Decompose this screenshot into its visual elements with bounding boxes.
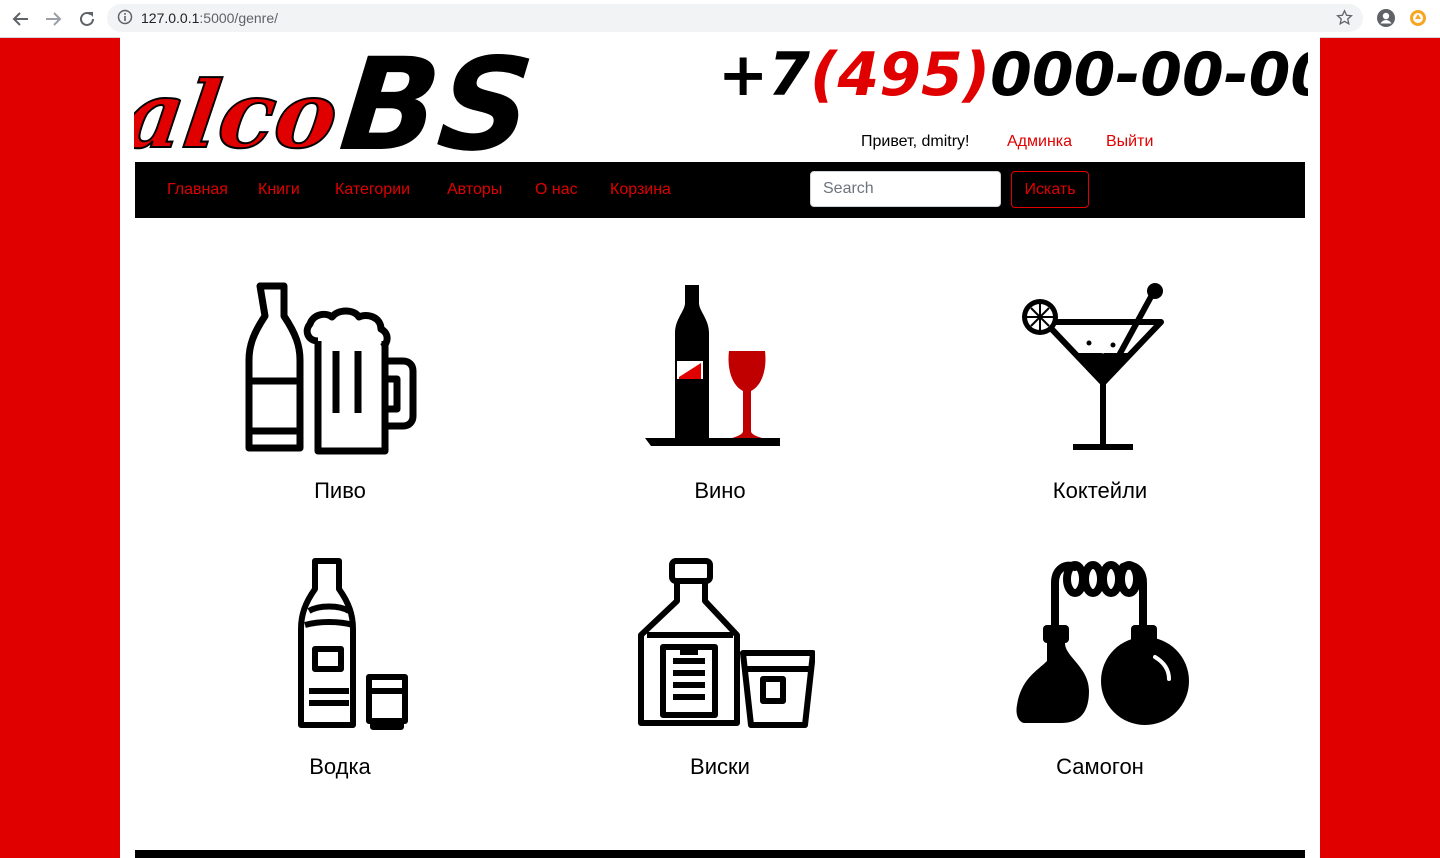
main-navbar: Главная Книги Категории Авторы О нас Кор… <box>135 162 1305 218</box>
whiskey-icon <box>638 558 815 728</box>
category-label: Коктейли <box>1052 478 1148 503</box>
phone-main: 000-00-00 <box>990 40 1308 107</box>
back-icon[interactable] <box>10 8 32 30</box>
category-wine[interactable]: Вино <box>530 281 910 504</box>
nav-books[interactable]: Книги <box>258 181 300 199</box>
category-whiskey[interactable]: Виски <box>530 557 910 780</box>
phone-prefix: +7 <box>718 40 810 107</box>
category-label: Виски <box>690 754 750 779</box>
cocktail-icon <box>1022 283 1164 450</box>
bookmark-star-icon[interactable] <box>1336 9 1353 31</box>
category-moonshine[interactable]: Самогон <box>910 557 1290 780</box>
phone-text: +7(495)000-00-00 <box>718 40 1308 107</box>
address-bar[interactable]: 127.0.0.1:5000/genre/ <box>107 4 1363 32</box>
info-icon[interactable] <box>117 9 133 30</box>
greeting-text: Привет, dmitry! <box>861 133 970 150</box>
beer-icon <box>245 282 417 455</box>
search-input[interactable] <box>810 171 1001 207</box>
extension-icon[interactable] <box>1408 8 1428 33</box>
moonshine-icon <box>1016 561 1189 725</box>
url-path: :5000/genre/ <box>199 10 279 26</box>
category-label: Водка <box>309 754 371 779</box>
wine-icon <box>645 285 780 446</box>
url-text: 127.0.0.1:5000/genre/ <box>141 10 278 26</box>
category-beer[interactable]: Пиво <box>150 281 530 504</box>
phone-code: (495) <box>810 40 990 107</box>
nav-about[interactable]: О нас <box>535 181 578 199</box>
nav-authors[interactable]: Авторы <box>447 181 502 199</box>
user-bar: Привет, dmitry! Админка Выйти <box>120 133 1320 157</box>
nav-categories[interactable]: Категории <box>335 181 410 199</box>
admin-link[interactable]: Админка <box>1007 133 1072 151</box>
page-container: alco BS +7(495)000-00-00 Привет, dmitry!… <box>120 37 1320 858</box>
url-host: 127.0.0.1 <box>141 10 200 26</box>
browser-toolbar: 127.0.0.1:5000/genre/ <box>0 0 1440 38</box>
logout-link[interactable]: Выйти <box>1106 133 1153 151</box>
reload-icon[interactable] <box>76 8 98 30</box>
vodka-icon <box>298 558 408 730</box>
search-button[interactable]: Искать <box>1011 171 1089 208</box>
category-cocktails[interactable]: Коктейли <box>910 281 1290 504</box>
category-label: Вино <box>694 478 746 503</box>
nav-cart[interactable]: Корзина <box>610 181 671 199</box>
category-label: Самогон <box>1056 754 1144 779</box>
forward-icon[interactable] <box>42 8 64 30</box>
category-vodka[interactable]: Водка <box>150 557 530 780</box>
category-label: Пиво <box>314 478 366 503</box>
nav-home[interactable]: Главная <box>167 181 228 199</box>
phone-number: +7(495)000-00-00 <box>718 40 1308 107</box>
footer-bar <box>135 850 1305 858</box>
profile-icon[interactable] <box>1376 8 1396 33</box>
